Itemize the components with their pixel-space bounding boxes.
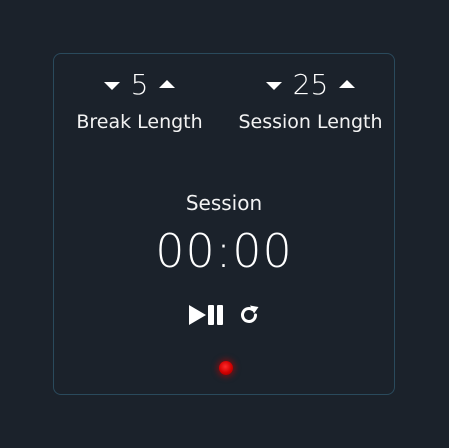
timer-controls — [54, 304, 394, 329]
reset-button[interactable] — [238, 304, 260, 329]
start-stop-button[interactable] — [188, 304, 226, 329]
break-decrement-caret-down-icon[interactable] — [103, 82, 120, 90]
break-length-value: 5 — [130, 68, 149, 101]
break-length-label: Break Length — [76, 111, 203, 133]
timer-label: Session — [185, 191, 263, 215]
break-length-group: 5 Break Length — [54, 70, 225, 134]
refresh-icon — [238, 304, 260, 329]
status-indicator-light — [219, 361, 233, 375]
time-left: 00:00 — [155, 224, 293, 278]
break-increment-caret-up-icon[interactable] — [159, 80, 176, 88]
session-length-label: Session Length — [238, 111, 383, 133]
pomodoro-card: 5 Break Length 25 Session Length Session… — [53, 53, 395, 395]
break-controls: 5 — [54, 70, 225, 100]
session-decrement-caret-down-icon[interactable] — [265, 82, 282, 90]
session-length-value: 25 — [292, 68, 329, 101]
session-controls: 25 — [225, 70, 396, 100]
play-pause-icon — [188, 304, 226, 329]
session-length-group: 25 Session Length — [225, 70, 396, 134]
session-increment-caret-up-icon[interactable] — [339, 80, 356, 88]
